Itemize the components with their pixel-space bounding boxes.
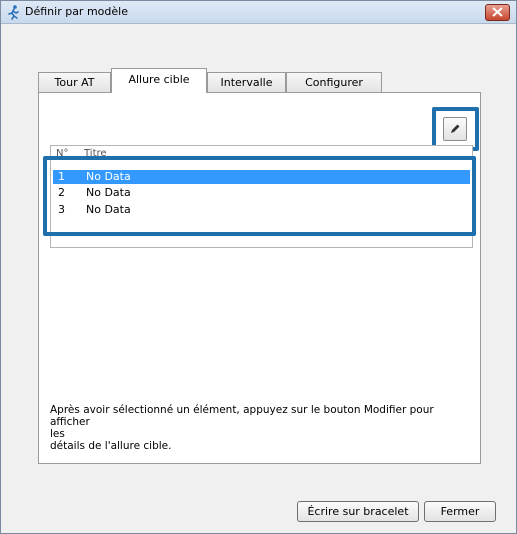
instruction-text: Après avoir sélectionné un élément, appu… bbox=[50, 404, 470, 452]
runner-icon bbox=[6, 4, 22, 20]
tab-allure-cible[interactable]: Allure cible bbox=[111, 68, 207, 93]
instruction-line: détails de l'allure cible. bbox=[50, 440, 172, 452]
window-title: Définir par modèle bbox=[25, 5, 128, 18]
close-window-button[interactable] bbox=[485, 4, 510, 21]
close-button[interactable]: Fermer bbox=[424, 501, 496, 522]
tab-configurer[interactable]: Configurer bbox=[286, 72, 382, 92]
instruction-line: les bbox=[50, 428, 65, 440]
tab-intervalle[interactable]: Intervalle bbox=[207, 72, 286, 92]
instruction-line: Après avoir sélectionné un élément, appu… bbox=[50, 404, 434, 428]
write-to-bracelet-button[interactable]: Écrire sur bracelet bbox=[297, 501, 419, 522]
list-highlight bbox=[43, 156, 476, 236]
tab-tour-at[interactable]: Tour AT bbox=[38, 72, 111, 92]
title-bar[interactable]: Définir par modèle bbox=[1, 1, 516, 24]
close-icon bbox=[492, 7, 503, 17]
